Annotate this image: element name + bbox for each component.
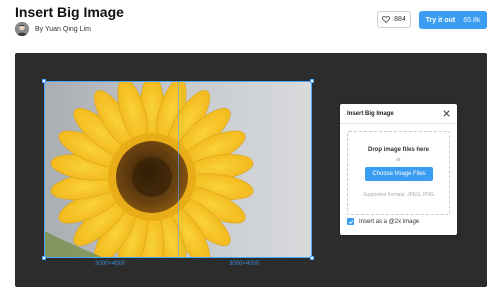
image-dimension-label: 3000×4000: [229, 261, 260, 267]
insert-2x-label: Insert as a @2x image: [359, 218, 420, 225]
like-count: 884: [394, 16, 406, 23]
image-selection-frame[interactable]: [42, 79, 314, 260]
page-title: Insert Big Image: [15, 4, 124, 20]
drop-zone[interactable]: Drop image files here or Choose Image Fi…: [347, 131, 450, 215]
check-icon: [348, 219, 353, 224]
supported-formats-text: Supported formats: JPEG, PNG: [363, 192, 434, 198]
author-name: By Yuan Qing Lim: [35, 25, 91, 33]
author-row: By Yuan Qing Lim: [15, 21, 91, 37]
resize-handle[interactable]: [310, 256, 314, 260]
drop-zone-or: or: [396, 157, 401, 163]
resize-handle[interactable]: [310, 79, 314, 83]
resize-handle[interactable]: [42, 79, 46, 83]
resize-handle[interactable]: [42, 256, 46, 260]
heart-icon: [382, 16, 391, 23]
drop-zone-title: Drop image files here: [367, 147, 430, 153]
like-button[interactable]: 884: [377, 11, 411, 28]
insert-2x-checkbox[interactable]: [347, 218, 354, 225]
image-split-line: [178, 82, 179, 257]
user-count: 65.8k: [463, 16, 481, 24]
close-icon[interactable]: [442, 109, 451, 118]
try-it-out-button[interactable]: Try it out 65.8k: [419, 11, 487, 29]
choose-image-files-button[interactable]: Choose Image Files: [365, 167, 433, 181]
try-it-out-label: Try it out: [425, 16, 456, 24]
insert-big-image-dialog: Insert Big Image Drop image files here o…: [340, 104, 457, 235]
dialog-header: Insert Big Image: [340, 104, 457, 124]
dialog-title: Insert Big Image: [347, 111, 394, 117]
insert-2x-option[interactable]: Insert as a @2x image: [347, 218, 419, 225]
avatar: [15, 22, 29, 36]
image-dimension-label: 3000×4000: [95, 261, 126, 267]
